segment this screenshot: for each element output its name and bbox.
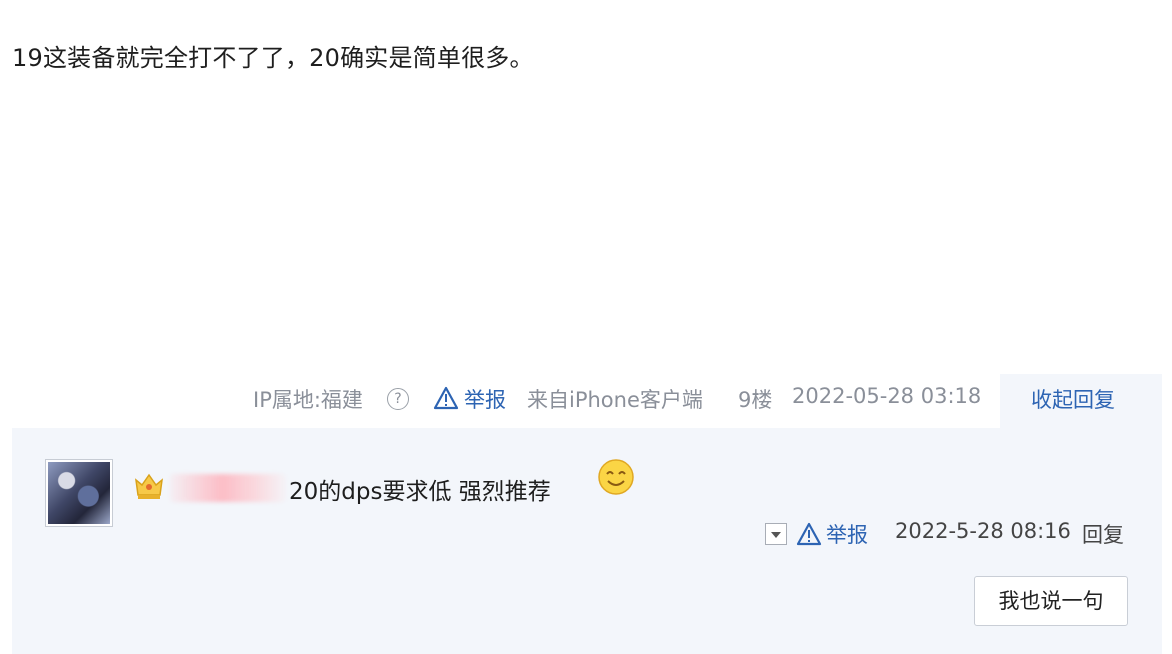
post-timestamp: 2022-05-28 03:18 — [792, 384, 982, 408]
client-source: 来自iPhone客户端 — [527, 388, 703, 412]
smile-emoji-icon — [598, 459, 634, 495]
crown-icon — [135, 473, 163, 499]
say-something-button[interactable]: 我也说一句 — [974, 576, 1128, 626]
help-icon[interactable]: ? — [387, 388, 409, 410]
username-blurred[interactable] — [170, 474, 286, 502]
ip-location: IP属地:福建 — [253, 388, 363, 412]
reply-timestamp: 2022-5-28 08:16 — [895, 519, 1071, 543]
post-text: 19这装备就完全打不了了，20确实是简单很多。 — [12, 44, 534, 72]
reply-report-link[interactable]: 举报 — [826, 519, 868, 549]
post-meta-bar: IP属地:福建 ? 举报 来自iPhone客户端 9楼 2022-05-28 0… — [0, 374, 1000, 426]
report-link[interactable]: 举报 — [464, 384, 506, 414]
dropdown-arrow-icon[interactable] — [765, 523, 787, 545]
collapse-replies-button[interactable]: 收起回复 — [1031, 384, 1115, 414]
warning-triangle-icon[interactable] — [796, 522, 822, 546]
floor-number: 9楼 — [738, 388, 773, 412]
reply-panel: 20的dps要求低 强烈推荐 举报 2022-5-28 08:16 回复 我也说… — [12, 428, 1162, 654]
collapse-tab: 收起回复 — [1000, 374, 1162, 430]
reply-button[interactable]: 回复 — [1082, 519, 1124, 549]
avatar[interactable] — [45, 459, 113, 527]
warning-triangle-icon[interactable] — [433, 386, 459, 410]
avatar-image — [48, 462, 110, 524]
reply-text: 20的dps要求低 强烈推荐 — [289, 479, 551, 505]
